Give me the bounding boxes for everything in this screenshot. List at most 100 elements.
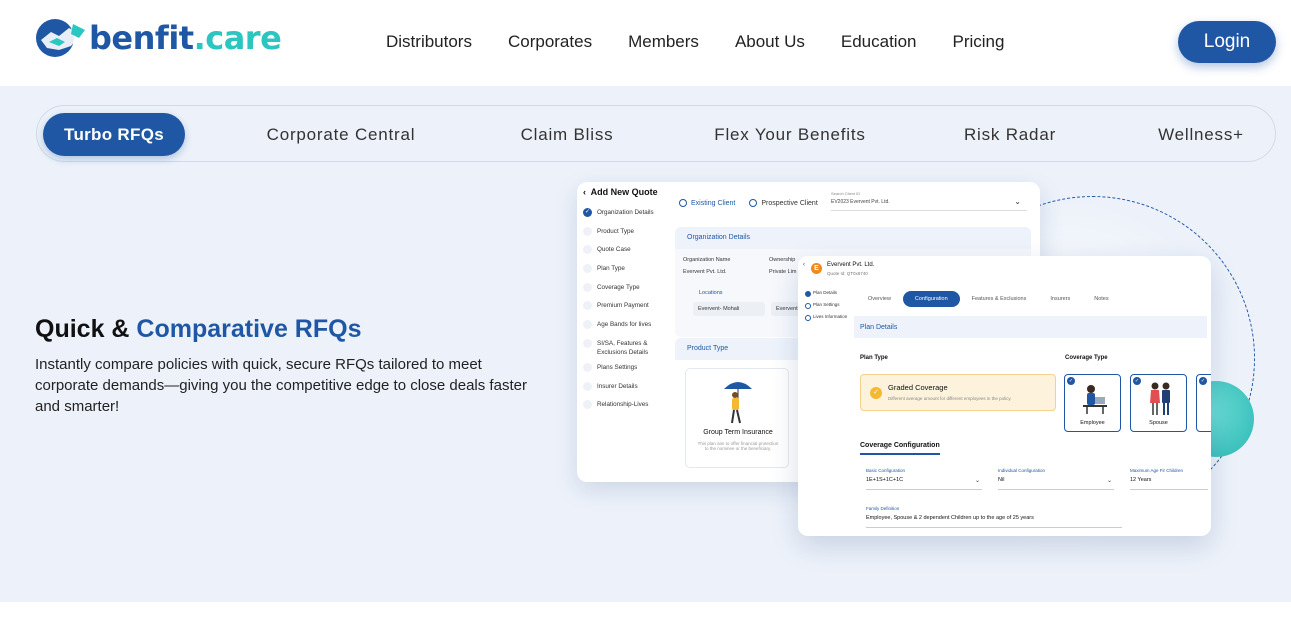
step-circle-icon [583, 381, 592, 391]
side-step: Lives Information [805, 314, 847, 326]
nav-education[interactable]: Education [841, 32, 917, 52]
logo[interactable]: benfit.care [35, 16, 282, 60]
plan-type-label: Plan Type [860, 355, 888, 361]
locations-label: Locations [699, 290, 723, 296]
plan-details-header: Plan Details [854, 316, 1207, 338]
step-circle-icon [583, 362, 592, 372]
step-label: Coverage Type [597, 283, 640, 291]
max-age-children-field: Maximum Age Fir Children 12 Years [1130, 468, 1208, 490]
coverage-card-spouse: ✓ Spouse [1130, 374, 1187, 432]
nav-pricing[interactable]: Pricing [953, 32, 1005, 52]
step-item: Coverage Type [583, 282, 655, 302]
radio-label: Prospective Client [761, 199, 818, 207]
quote-steps: Organization Details Product Type Quote … [583, 208, 655, 419]
field-label: Basic Configuration [866, 468, 906, 473]
add-new-quote-title: ‹ Add New Quote [583, 187, 658, 197]
field-label: Family Definition [866, 506, 900, 511]
side-step: Plan Details [805, 290, 847, 302]
product-description: This plan aim to offer financial protect… [697, 441, 779, 451]
back-chevron-icon: ‹ [803, 262, 805, 268]
config-tabs: Overview Configuration Features & Exclus… [856, 290, 1156, 307]
family-definition-field: Family Definition Employee, Spouse & 2 d… [866, 506, 1122, 528]
employee-desk-icon [1083, 385, 1107, 414]
company-name: Evervent Pvt. Ltd. [827, 262, 875, 268]
org-panel-header: Organization Details [675, 227, 1031, 249]
nav-about-us[interactable]: About Us [735, 32, 805, 52]
chevron-down-icon: ⌄ [974, 478, 980, 484]
basic-configuration-select: Basic Configuration 1E+1S+1C+1C ⌄ [866, 468, 982, 490]
tab-turbo-rfqs[interactable]: Turbo RFQs [43, 113, 185, 156]
step-item: SI/SA, Features & Exclusions Details [583, 338, 655, 363]
location-pill: Evervent- Mohali [693, 302, 765, 316]
check-icon: ✓ [1067, 377, 1075, 385]
tab-notes: Notes [1094, 295, 1109, 302]
tab-configuration: Configuration [902, 290, 960, 307]
step-item: Premium Payment [583, 301, 655, 320]
org-name-label: Organization Name [683, 257, 731, 263]
field-label: Maximum Age Fir Children [1130, 468, 1184, 473]
features-section: Turbo RFQs Corporate Central Claim Bliss… [0, 86, 1291, 602]
configuration-screenshot: ‹ E Evervent Pvt. Ltd. Quote Id: QT0x674… [798, 256, 1211, 536]
logo-care: care [205, 19, 282, 57]
coverage-card-employee: ✓ Employee [1064, 374, 1121, 432]
coverage-card-label: Spouse [1149, 420, 1168, 426]
plan-side-steps: Plan Details Plan Settings Lives Informa… [805, 290, 847, 326]
company-avatar: E [811, 263, 822, 274]
hero-description: Instantly compare policies with quick, s… [35, 356, 527, 415]
tab-risk-radar[interactable]: Risk Radar [957, 106, 1063, 163]
tab-flex-your-benefits[interactable]: Flex Your Benefits [707, 106, 873, 163]
field-value: 1E+1S+1C+1C [866, 477, 904, 483]
logo-text: benfit.care [89, 19, 282, 57]
step-circle-icon [583, 282, 592, 292]
field-value: Employee, Spouse & 2 dependent Children … [866, 515, 1034, 521]
hero-title-accent: Comparative RFQs [136, 315, 362, 343]
location-pill: Evervent [771, 302, 801, 316]
step-circle-icon [583, 400, 592, 410]
field-value: Nil [998, 477, 1005, 483]
step-label: Product Type [597, 227, 634, 235]
step-check-icon [583, 208, 592, 217]
step-circle-icon [583, 226, 592, 236]
handshake-logo-icon [36, 19, 85, 57]
radio-label: Existing Client [691, 199, 736, 207]
check-icon: ✓ [1199, 377, 1207, 385]
radio-circle-icon [749, 199, 758, 207]
coverage-card-partial: ✓ [1196, 374, 1211, 432]
coverage-configuration-label: Coverage Configuration [860, 442, 940, 455]
search-client-field: Search Client ID EV2023 Evervent Pvt. Lt… [831, 191, 1027, 211]
step-label: Insurer Details [597, 382, 638, 390]
step-item: Plans Settings [583, 362, 655, 382]
step-circle-icon [583, 245, 592, 255]
feature-tabs: Turbo RFQs Corporate Central Claim Bliss… [36, 105, 1276, 162]
radio-existing-client: Existing Client [679, 199, 735, 207]
step-item: Plan Type [583, 264, 655, 283]
hero-title: Quick & Comparative RFQs [35, 315, 361, 344]
step-label: Age Bands for lives [597, 321, 652, 329]
radio-prospective-client: Prospective Client [749, 199, 818, 207]
search-client-label: Search Client ID [831, 191, 861, 196]
individual-configuration-select: Individual Configuration Nil ⌄ [998, 468, 1114, 490]
tab-claim-bliss[interactable]: Claim Bliss [509, 106, 625, 163]
graded-title: Graded Coverage [888, 383, 948, 392]
step-circle-icon [583, 320, 592, 330]
step-item: Age Bands for lives [583, 320, 655, 339]
main-nav: Distributors Corporates Members About Us… [386, 32, 1040, 52]
field-label: Individual Configuration [998, 468, 1046, 473]
logo-dot: . [193, 19, 206, 57]
tab-wellness[interactable]: Wellness+ [1149, 106, 1253, 163]
nav-corporates[interactable]: Corporates [508, 32, 592, 52]
nav-members[interactable]: Members [628, 32, 699, 52]
tab-corporate-central[interactable]: Corporate Central [255, 106, 427, 163]
tab-features-exclusions: Features & Exclusions [971, 295, 1027, 302]
step-label: Organization Details [597, 209, 654, 216]
step-circle-icon [583, 338, 592, 348]
step-item: Quote Case [583, 245, 655, 264]
tab-insurers: Insurers [1050, 295, 1071, 302]
step-label: Premium Payment [597, 302, 649, 310]
product-title: Group Term Insurance [703, 429, 773, 436]
logo-main: benfit [89, 19, 194, 57]
login-button[interactable]: Login [1178, 21, 1276, 63]
site-header: benfit.care Distributors Corporates Memb… [0, 0, 1291, 86]
chevron-down-icon: ⌄ [1014, 197, 1021, 206]
nav-distributors[interactable]: Distributors [386, 32, 472, 52]
